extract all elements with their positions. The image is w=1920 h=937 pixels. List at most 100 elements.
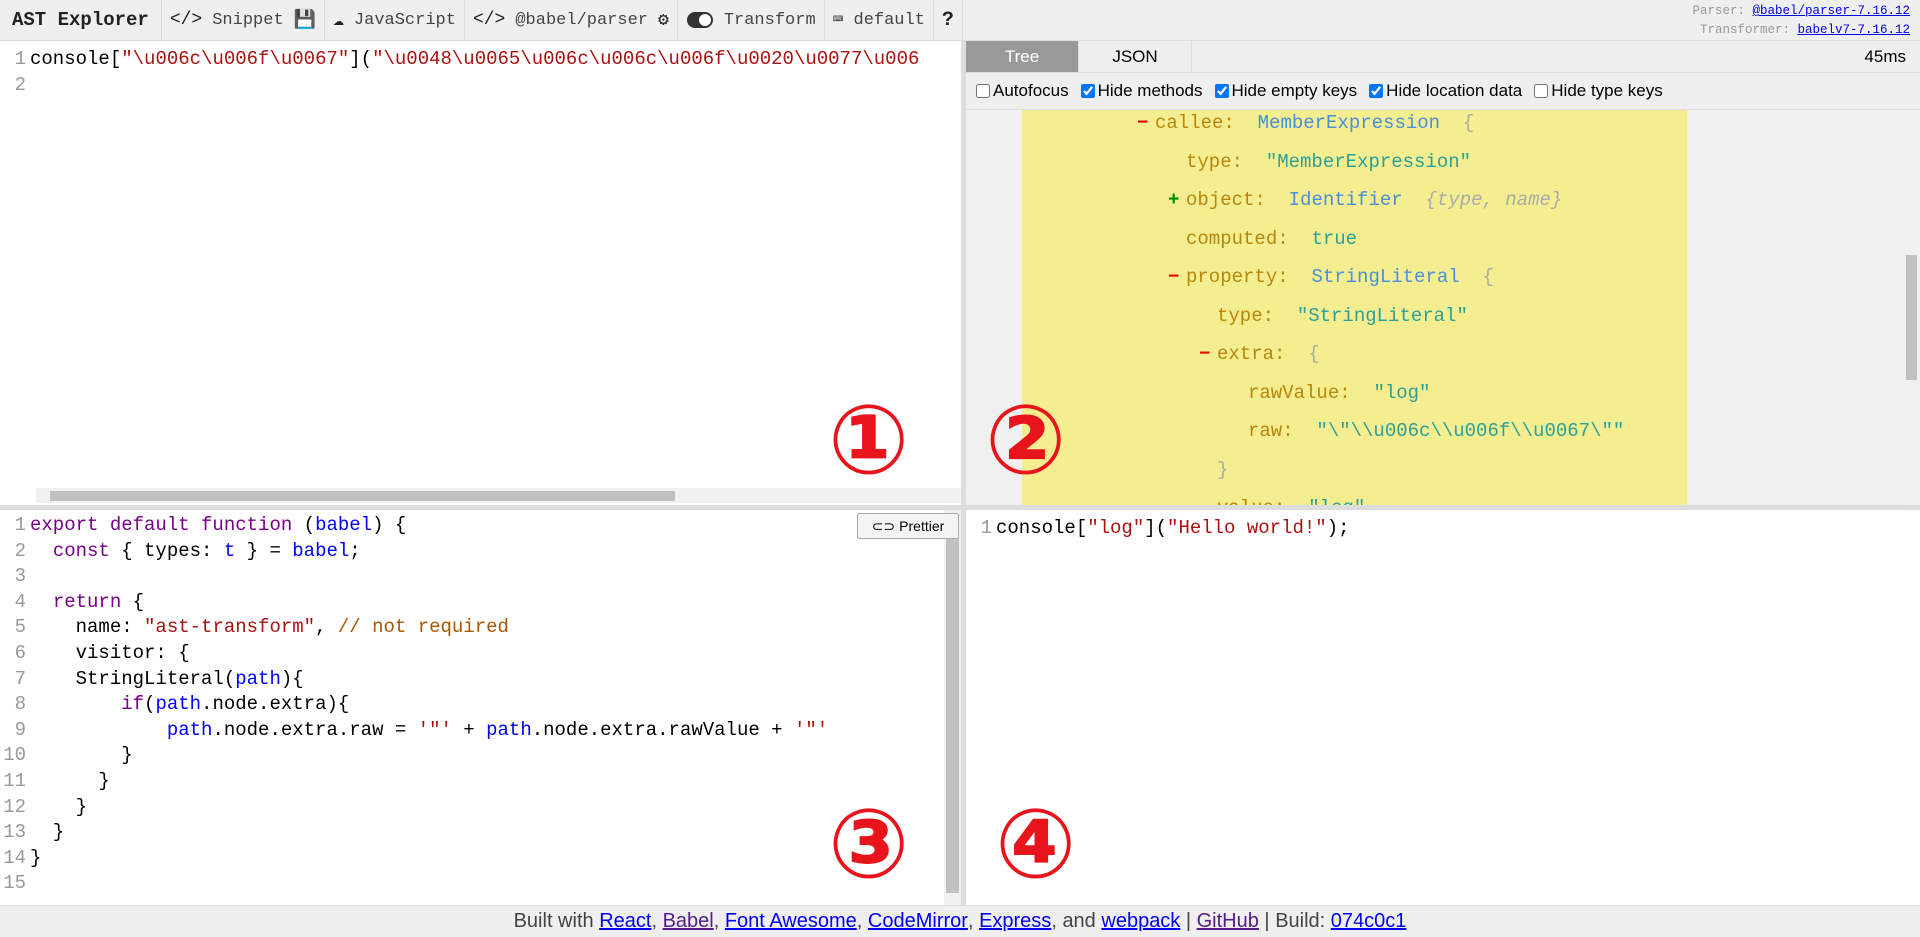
parser-select[interactable]: </> @babel/parser ⚙ (465, 0, 678, 40)
transformer-version-link[interactable]: babelv7-7.16.12 (1797, 23, 1910, 37)
code-token: export default function (30, 514, 304, 536)
footer-link-babel[interactable]: Babel (663, 910, 714, 933)
option-checkbox[interactable] (1214, 84, 1229, 98)
code-token: "\u006c\u006f\u0067" (121, 48, 350, 70)
expand-icon[interactable]: + (1168, 189, 1179, 211)
code-token: .node.extra){ (201, 693, 350, 716)
prettier-button[interactable]: ⊂⊃ Prettier (857, 513, 959, 539)
code-token: visitor: { (30, 641, 190, 664)
option-hide-methods[interactable]: Hide methods (1080, 81, 1203, 101)
tree-brace: { (1308, 343, 1320, 365)
tree-key: value: (1217, 497, 1285, 505)
transform-editor[interactable]: 1 export default function (babel) { 2 con… (0, 510, 944, 905)
line-number: 1 (14, 48, 26, 70)
transform-scrollbar[interactable] (944, 510, 961, 905)
code-token: ); (1326, 517, 1350, 539)
line-number: 14 (3, 846, 26, 869)
option-hide-location-data[interactable]: Hide location data (1369, 81, 1522, 101)
parser-version-link[interactable]: @babel/parser-7.16.12 (1752, 4, 1910, 18)
option-checkbox[interactable] (1369, 84, 1384, 98)
footer-link-font-awesome[interactable]: Font Awesome (725, 910, 857, 933)
transform-toggle[interactable]: Transform (678, 0, 825, 40)
scrollbar-thumb[interactable] (50, 491, 675, 501)
option-hide-empty-keys[interactable]: Hide empty keys (1214, 81, 1358, 101)
option-autofocus[interactable]: Autofocus (976, 81, 1069, 101)
gear-icon[interactable]: ⚙ (658, 9, 669, 31)
footer-build-link[interactable]: 074c0c1 (1331, 910, 1407, 933)
code-token: "ast-transform" (144, 616, 316, 639)
annotation-4: ④ (995, 788, 1077, 900)
save-icon[interactable]: 💾 (294, 9, 316, 31)
tab-tree[interactable]: Tree (966, 41, 1079, 72)
scrollbar-thumb[interactable] (1906, 255, 1917, 380)
tree-key: raw: (1248, 420, 1294, 442)
tree-node[interactable]: − extra: { (1199, 343, 1342, 365)
line-number: 1 (14, 514, 26, 536)
code-token: name: (30, 616, 145, 639)
footer-link-github[interactable]: GitHub (1197, 910, 1259, 933)
code-token: ( (303, 514, 316, 536)
tree-node[interactable]: type: "MemberExpression" (1186, 151, 1494, 173)
line-number: 12 (3, 795, 26, 818)
tree-node[interactable]: raw: "\"\\u006c\\u006f\\u0067\"" (1248, 420, 1647, 442)
tree-key: extra: (1217, 343, 1286, 365)
option-label: Hide empty keys (1231, 81, 1358, 100)
code-line: 1 export default function (babel) { (0, 513, 944, 539)
code-token: } (30, 769, 110, 792)
ast-tree[interactable]: − callee: MemberExpression { type: "Membe… (966, 110, 1920, 505)
tab-json[interactable]: JSON (1079, 41, 1192, 72)
code-token: ]( (349, 48, 373, 70)
output-editor[interactable]: 1 console["log"]("Hello world!"); (966, 510, 1920, 905)
code-token: return (52, 590, 122, 613)
tree-node[interactable]: + object: Identifier {type, name} (1168, 189, 1585, 211)
collapse-icon[interactable]: − (1168, 266, 1179, 288)
footer-link-webpack[interactable]: webpack (1101, 910, 1180, 933)
source-editor[interactable]: 1 console["\u006c\u006f\u0067"]("\u0048\u… (0, 41, 961, 505)
option-checkbox[interactable] (976, 84, 990, 98)
code-token: .node.extra.rawValue + (531, 718, 794, 741)
file-code-icon: </> (169, 10, 203, 30)
tree-node[interactable]: rawValue: "log" (1248, 382, 1453, 404)
option-hide-type-keys[interactable]: Hide type keys (1534, 81, 1663, 101)
scrollbar-thumb[interactable] (946, 538, 959, 893)
line-number: 15 (3, 872, 26, 895)
toolbar: AST Explorer </> Snippet 💾 ☁ JavaScript </>… (0, 0, 1920, 41)
tree-key: callee: (1155, 112, 1235, 134)
toggle-icon[interactable] (686, 11, 714, 29)
tree-node[interactable]: − callee: MemberExpression { (1137, 112, 1497, 134)
help-button[interactable]: ? (934, 0, 963, 40)
code-token: babel (292, 539, 350, 562)
code-token: + (451, 718, 487, 741)
tree-options: Autofocus Hide methods Hide empty keys Hide… (966, 73, 1920, 110)
keymap-select[interactable]: ⌨ default (825, 0, 934, 40)
code-token: babel (315, 514, 373, 536)
parser-label: @babel/parser (515, 10, 648, 30)
source-horizontal-scrollbar[interactable] (36, 488, 961, 503)
collapse-icon[interactable]: − (1199, 343, 1210, 365)
tree-node[interactable]: value: "log" (1217, 497, 1388, 505)
tree-node[interactable]: type: "StringLiteral" (1217, 305, 1491, 327)
tree-type: Identifier (1288, 189, 1403, 211)
option-checkbox[interactable] (1080, 84, 1095, 98)
code-token: ) { (372, 514, 407, 536)
tree-node[interactable]: } (1217, 459, 1251, 481)
tree-scrollbar[interactable] (1903, 110, 1920, 505)
code-token: ){ (280, 667, 304, 690)
footer-link-express[interactable]: Express (979, 910, 1051, 933)
collapse-icon[interactable]: − (1137, 112, 1148, 134)
transformer-version-label: Transformer: (1699, 23, 1790, 37)
tree-node[interactable]: − property: StringLiteral { (1168, 266, 1517, 288)
footer-link-react[interactable]: React (599, 910, 651, 933)
code-token: } (30, 846, 42, 869)
version-info: Parser: @babel/parser-7.16.12 Transforme… (1692, 2, 1910, 40)
tree-node[interactable]: computed: true (1186, 228, 1380, 250)
tree-brace: } (1217, 458, 1229, 481)
snippet-menu[interactable]: </> Snippet 💾 (162, 0, 326, 40)
code-token: ( (144, 693, 156, 716)
code-line: 11 } (0, 769, 944, 795)
footer-link-codemirror[interactable]: CodeMirror (868, 910, 968, 933)
language-select[interactable]: ☁ JavaScript (325, 0, 465, 40)
option-checkbox[interactable] (1534, 84, 1549, 98)
